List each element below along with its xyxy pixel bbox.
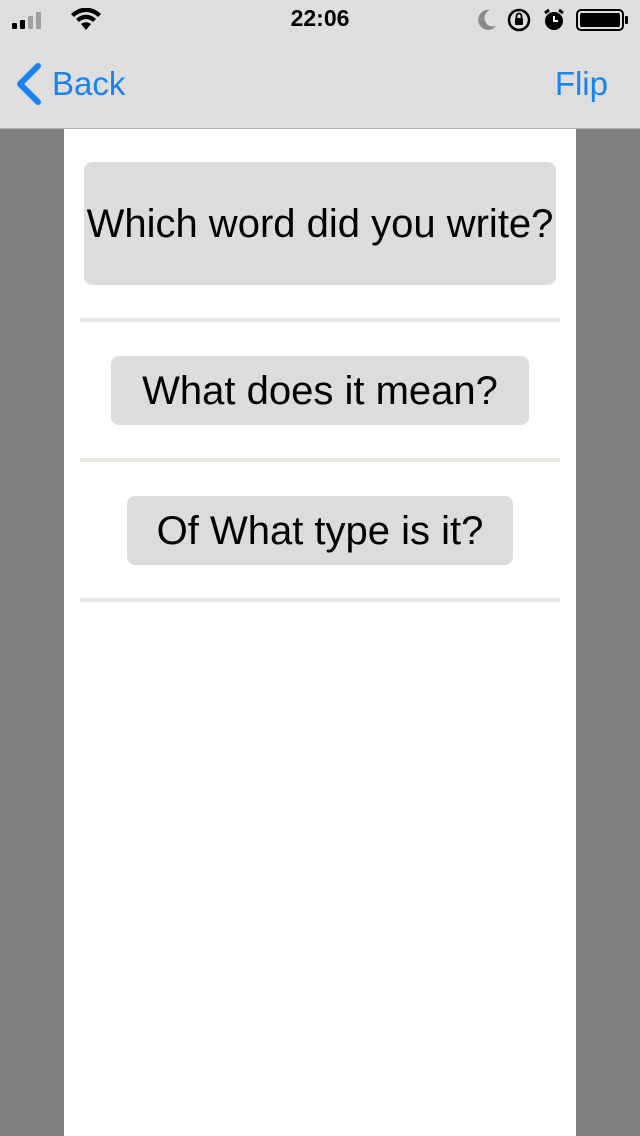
alarm-icon: [544, 8, 564, 30]
flip-button[interactable]: Flip: [555, 62, 608, 106]
moon-icon: [478, 9, 496, 30]
orientation-lock-icon: [507, 8, 531, 32]
divider: [80, 598, 560, 602]
question-button-word[interactable]: Which word did you write?: [84, 162, 556, 285]
card-content: Which word did you write? What does it m…: [64, 129, 576, 1136]
divider: [80, 318, 560, 322]
navigation-bar: Back Flip: [0, 40, 640, 129]
question-button-meaning[interactable]: What does it mean?: [111, 356, 529, 425]
divider: [80, 458, 560, 462]
back-button[interactable]: Back: [14, 62, 125, 106]
back-label: Back: [52, 65, 126, 102]
question-button-type[interactable]: Of What type is it?: [127, 496, 513, 565]
chevron-left-icon: [17, 63, 41, 105]
status-bar: 22:06: [0, 0, 640, 40]
battery-icon: [576, 9, 628, 31]
